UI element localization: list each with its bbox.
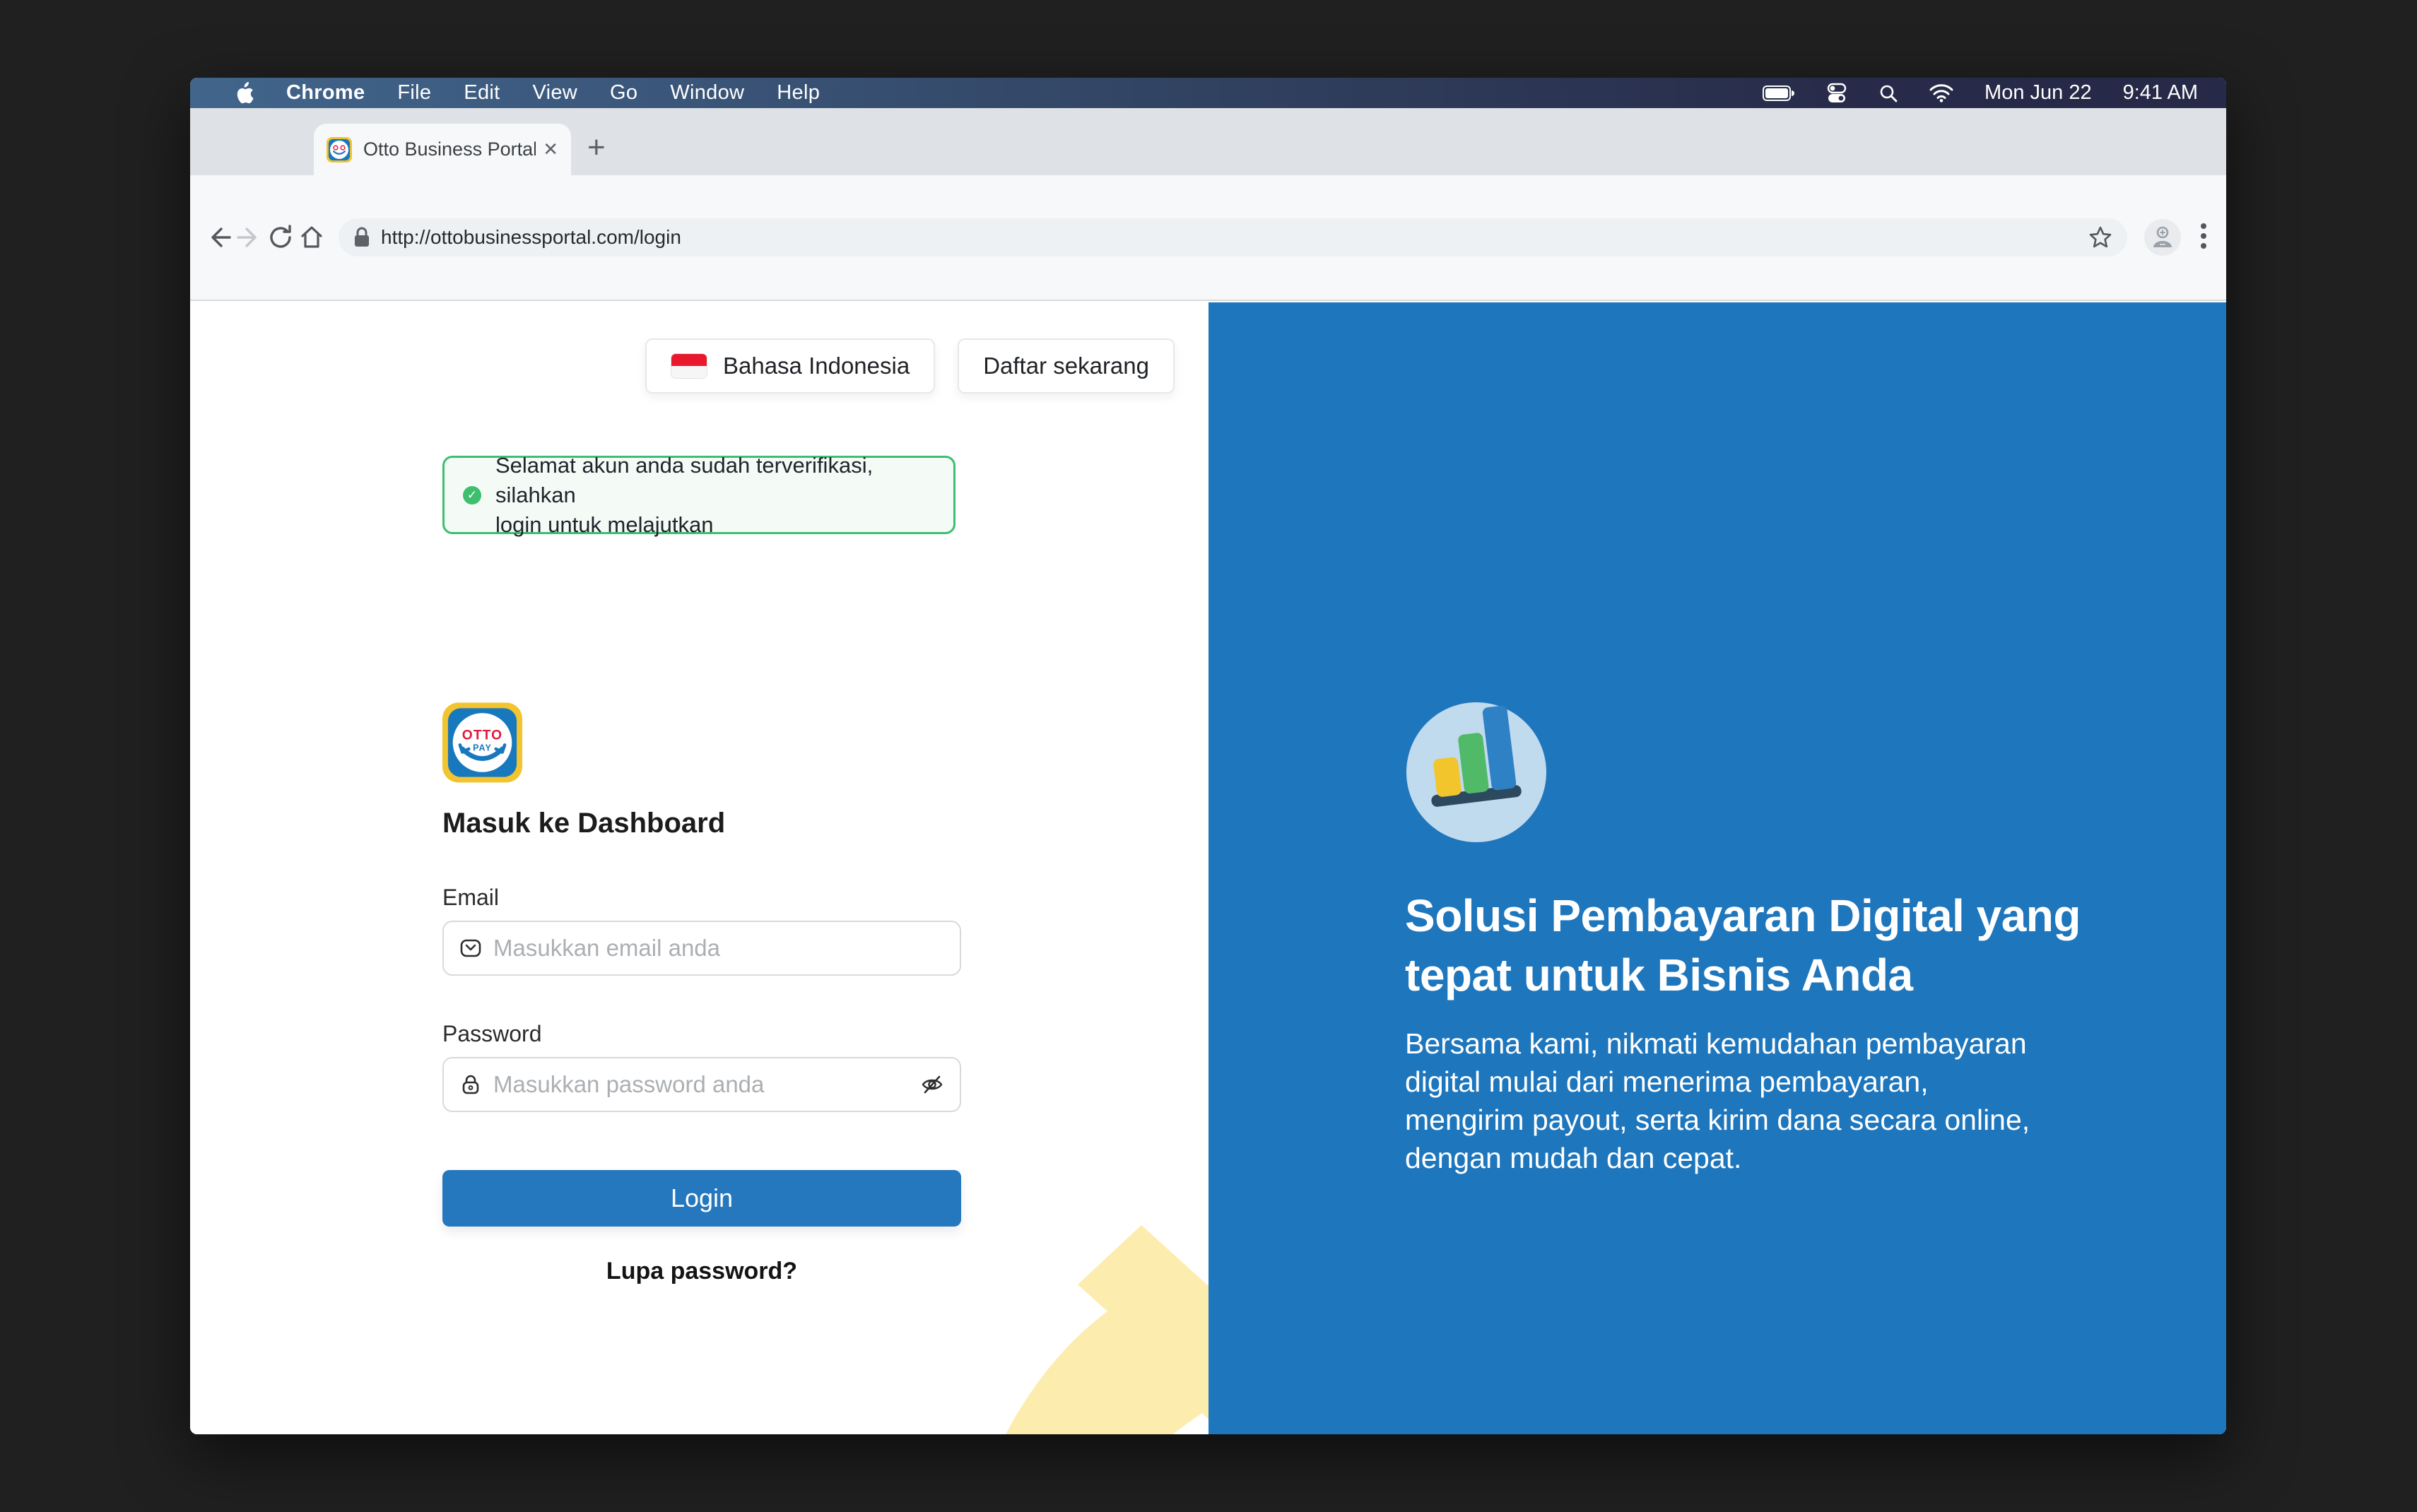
ottopay-logo: OTTO PAY xyxy=(442,702,522,783)
logo-pay-text: PAY xyxy=(473,743,492,752)
hero-panel: Solusi Pembayaran Digital yang tepat unt… xyxy=(1208,302,2226,1434)
menu-item-chrome[interactable]: Chrome xyxy=(286,81,365,105)
browser-toolbar: http://ottobusinessportal.com/login xyxy=(190,175,2226,301)
menu-item-go[interactable]: Go xyxy=(610,81,637,105)
forgot-password-link[interactable]: Lupa password? xyxy=(442,1258,961,1285)
login-button[interactable]: Login xyxy=(442,1170,961,1227)
register-button-label: Daftar sekarang xyxy=(983,353,1149,379)
menu-bar-date[interactable]: Mon Jun 22 xyxy=(1984,81,2092,105)
forward-icon[interactable] xyxy=(234,222,265,253)
login-panel: Bahasa Indonesia Daftar sekarang ✓ Selam… xyxy=(190,302,1208,1434)
tab-close-icon[interactable]: ✕ xyxy=(543,138,558,160)
hero-body: Bersama kami, nikmati kemudahan pembayar… xyxy=(1405,1024,2147,1177)
email-input[interactable] xyxy=(493,935,944,962)
bookmark-star-icon[interactable] xyxy=(2088,225,2113,250)
password-input[interactable] xyxy=(493,1071,920,1098)
email-label: Email xyxy=(442,885,499,911)
wifi-icon[interactable] xyxy=(1929,84,1953,102)
spotlight-search-icon[interactable] xyxy=(1878,83,1898,103)
menu-item-file[interactable]: File xyxy=(397,81,431,105)
password-label: Password xyxy=(442,1021,542,1047)
new-tab-icon[interactable]: + xyxy=(587,126,606,169)
success-alert: ✓ Selamat akun anda sudah terverifikasi,… xyxy=(442,456,955,534)
menu-item-edit[interactable]: Edit xyxy=(464,81,500,105)
browser-window: Chrome File Edit View Go Window Help Mon… xyxy=(190,78,2226,1434)
toggle-password-visibility-icon[interactable] xyxy=(920,1073,944,1097)
tab-strip: Otto Business Portal ✕ + xyxy=(190,108,2226,175)
tab-title: Otto Business Portal xyxy=(363,138,536,160)
battery-icon[interactable] xyxy=(1763,85,1795,102)
macos-menu-bar: Chrome File Edit View Go Window Help Mon… xyxy=(190,78,2226,108)
profile-avatar-icon[interactable] xyxy=(2144,219,2181,256)
chrome-menu-icon[interactable] xyxy=(2199,220,2208,255)
back-icon[interactable] xyxy=(203,222,234,253)
password-field-wrap xyxy=(442,1057,961,1112)
bar-chart-illustration xyxy=(1406,702,1546,842)
logo-otto-text: OTTO xyxy=(462,728,502,743)
page-title: Masuk ke Dashboard xyxy=(442,808,725,839)
url-text[interactable]: http://ottobusinessportal.com/login xyxy=(381,226,2088,249)
language-button[interactable]: Bahasa Indonesia xyxy=(645,338,935,394)
indonesia-flag-icon xyxy=(671,353,707,379)
register-button[interactable]: Daftar sekarang xyxy=(958,338,1175,394)
control-center-icon[interactable] xyxy=(1826,83,1847,104)
reload-icon[interactable] xyxy=(265,222,296,253)
alert-message: Selamat akun anda sudah terverifikasi, s… xyxy=(495,451,935,540)
page-content: Bahasa Indonesia Daftar sekarang ✓ Selam… xyxy=(190,302,2226,1434)
apple-menu-icon[interactable] xyxy=(235,82,254,105)
menu-item-window[interactable]: Window xyxy=(670,81,744,105)
ottopay-favicon xyxy=(327,137,352,163)
email-field-wrap xyxy=(442,921,961,976)
menu-item-help[interactable]: Help xyxy=(777,81,820,105)
address-bar[interactable]: http://ottobusinessportal.com/login xyxy=(339,218,2127,256)
hero-heading: Solusi Pembayaran Digital yang tepat unt… xyxy=(1405,886,2112,1005)
menu-bar-time[interactable]: 9:41 AM xyxy=(2123,81,2198,105)
home-icon[interactable] xyxy=(296,222,327,253)
browser-tab[interactable]: Otto Business Portal ✕ xyxy=(314,124,571,175)
email-icon xyxy=(459,937,482,959)
top-actions: Bahasa Indonesia Daftar sekarang xyxy=(645,338,1175,394)
language-button-label: Bahasa Indonesia xyxy=(723,353,910,379)
lock-icon xyxy=(459,1073,482,1096)
check-circle-icon: ✓ xyxy=(463,486,481,504)
padlock-icon[interactable] xyxy=(353,227,371,248)
menu-item-view[interactable]: View xyxy=(532,81,577,105)
